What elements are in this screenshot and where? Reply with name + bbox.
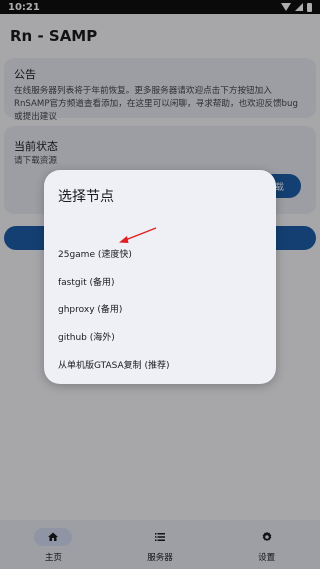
node-option-25game[interactable]: 25game (速度快) <box>58 242 268 264</box>
select-node-dialog: 选择节点 25game (速度快) fastgit (备用) ghproxy (… <box>44 170 276 384</box>
node-option-fastgit[interactable]: fastgit (备用) <box>58 270 268 292</box>
node-option-ghproxy[interactable]: ghproxy (备用) <box>58 297 268 319</box>
dialog-title: 选择节点 <box>58 189 114 205</box>
node-option-copy-gtasa[interactable]: 从单机版GTASA复制 (推荐) <box>58 353 268 375</box>
node-option-github[interactable]: github (海外) <box>58 325 268 347</box>
